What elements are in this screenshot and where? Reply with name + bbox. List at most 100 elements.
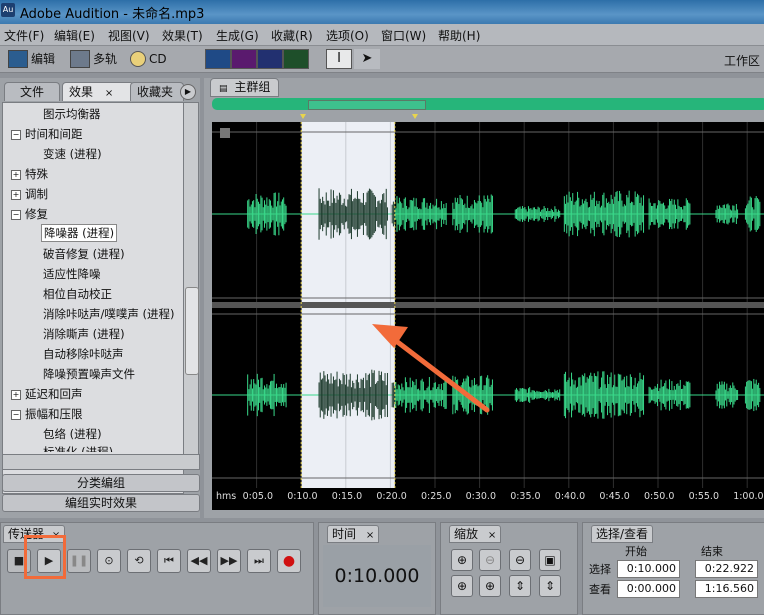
zoom-left-button[interactable]: ⊕ — [451, 575, 473, 597]
overview-bar[interactable] — [212, 98, 764, 110]
rewind-button[interactable]: ◀◀ — [187, 549, 211, 573]
ruler-unit: hms — [216, 491, 237, 502]
workspace-label[interactable]: 工作区 — [724, 52, 760, 69]
zoom-left-icon: ⊕ — [456, 579, 468, 593]
collapse-icon[interactable]: − — [11, 130, 21, 140]
tree-item-modulation[interactable]: 调制 — [25, 186, 48, 202]
zoom-out-full-button[interactable]: ⊖ — [509, 549, 531, 571]
go-start-icon: ⏮ — [164, 554, 174, 567]
ruler-tick-label: 0:25.0 — [421, 491, 452, 502]
waveform-view-icon[interactable] — [205, 49, 231, 69]
tree-item-phase-correction[interactable]: 相位自动校正 — [43, 286, 112, 302]
tab-files[interactable]: 文件 — [4, 82, 60, 101]
zoom-out-vertical-button[interactable]: ⇕ — [539, 575, 561, 597]
tree-item-noise-profile[interactable]: 降噪预置噪声文件 — [43, 366, 135, 382]
selection-end-field[interactable]: 0:22.922 — [695, 560, 758, 578]
spectral-pan-icon[interactable] — [257, 49, 283, 69]
edit-view-button[interactable]: 编辑 — [8, 49, 55, 68]
multitrack-view-button[interactable]: 多轨 — [70, 49, 117, 68]
tree-item-hiss-reduction[interactable]: 消除嘶声 (进程) — [43, 326, 125, 342]
group-realtime-effects-button[interactable]: 编组实时效果 — [2, 494, 200, 512]
menu-favorites[interactable]: 收藏(R) — [271, 27, 313, 44]
scrollbar-thumb[interactable] — [185, 287, 199, 375]
spectral-phase-icon[interactable] — [283, 49, 309, 69]
selection-end-marker[interactable] — [412, 114, 418, 119]
play-to-end-button[interactable]: ⊙ — [97, 549, 121, 573]
time-display: 0:10.000 — [323, 545, 431, 607]
loop-button[interactable]: ⟲ — [127, 549, 151, 573]
tab-main-group-label: 主群组 — [234, 80, 271, 94]
loop-icon: ⟲ — [134, 554, 144, 567]
overview-viewport[interactable] — [308, 100, 426, 110]
collapse-icon[interactable]: − — [11, 410, 21, 420]
group-by-category-button[interactable]: 分类编组 — [2, 474, 200, 492]
menu-view[interactable]: 视图(V) — [108, 27, 150, 44]
panel-menu-icon[interactable]: ▶ — [180, 84, 196, 100]
menu-effects[interactable]: 效果(T) — [162, 27, 203, 44]
zoom-right-button[interactable]: ⊕ — [479, 575, 501, 597]
record-button[interactable]: ● — [277, 549, 301, 573]
menu-generate[interactable]: 生成(G) — [216, 27, 259, 44]
fast-forward-button[interactable]: ▶▶ — [217, 549, 241, 573]
tree-item-clip-restoration[interactable]: 破音修复 (进程) — [43, 246, 125, 262]
expand-icon[interactable]: + — [11, 390, 21, 400]
tab-main-group[interactable]: ▤ 主群组 — [210, 78, 280, 97]
tree-item-adaptive-noise[interactable]: 适应性降噪 — [43, 266, 101, 282]
menu-options[interactable]: 选项(O) — [326, 27, 369, 44]
spectral-view-icon[interactable] — [231, 49, 257, 69]
tree-item-delay-echo[interactable]: 延迟和回声 — [25, 386, 83, 402]
close-icon[interactable]: × — [366, 530, 374, 541]
menu-edit[interactable]: 编辑(E) — [54, 27, 95, 44]
cd-view-button[interactable]: CD — [130, 49, 167, 68]
zoom-selection-icon: ▣ — [544, 553, 556, 567]
tree-item-restoration[interactable]: 修复 — [25, 206, 48, 222]
go-end-button[interactable]: ⏭ — [247, 549, 271, 573]
view-start-field[interactable]: 0:00.000 — [617, 580, 680, 598]
waveform-display[interactable] — [212, 122, 764, 488]
record-icon: ● — [282, 553, 296, 569]
time-ruler[interactable]: hms 0:05.0 0:10.0 0:15.0 0:20.0 0:25.0 0:30.0… — [212, 488, 764, 510]
horizontal-scrollbar[interactable] — [2, 454, 200, 470]
menu-help[interactable]: 帮助(H) — [438, 27, 480, 44]
zoom-in-vertical-button[interactable]: ⇕ — [509, 575, 531, 597]
tree-item-time-pitch[interactable]: 时间和间距 — [25, 126, 83, 142]
vertical-scrollbar[interactable] — [183, 102, 199, 470]
expand-icon[interactable]: + — [11, 190, 21, 200]
ruler-tick-label: 0:50.0 — [644, 491, 675, 502]
effects-panel: 文件 效果 × 收藏夹 ▶ 图示均衡器 − 时间和间距 变速 (进程) + 特殊… — [0, 78, 200, 518]
zoom-selection-button[interactable]: ▣ — [539, 549, 561, 571]
pointer-tool-icon[interactable]: ➤ — [354, 49, 380, 69]
tree-item-graphic-eq[interactable]: 图示均衡器 — [43, 106, 101, 122]
view-end-field[interactable]: 1:16.560 — [695, 580, 758, 598]
tab-effects-label: 效果 — [69, 85, 94, 99]
selection-view-panel: 选择/查看 开始 结束 选择 查看 0:10.000 0:22.922 0:00… — [582, 522, 764, 615]
selection-start-marker[interactable] — [300, 114, 306, 119]
zoom-full-icon: ⊖ — [514, 553, 526, 567]
zoom-out-icon: ⊖ — [484, 553, 496, 567]
close-icon[interactable]: × — [105, 88, 113, 99]
expand-icon[interactable]: + — [11, 170, 21, 180]
menu-file[interactable]: 文件(F) — [4, 27, 44, 44]
menu-window[interactable]: 窗口(W) — [381, 27, 426, 44]
zoom-in-amplitude-button[interactable]: ⊕ — [451, 549, 473, 571]
tree-item-amplitude[interactable]: 振幅和压限 — [25, 406, 83, 422]
tree-item-click-pop[interactable]: 消除咔哒声/噗噗声 (进程) — [43, 306, 175, 322]
zoom-out-button[interactable]: ⊖ — [479, 549, 501, 571]
pause-button[interactable]: ❚❚ — [67, 549, 91, 573]
tree-item-auto-click[interactable]: 自动移除咔哒声 — [43, 346, 124, 362]
tab-favorites[interactable]: 收藏夹 — [130, 82, 184, 101]
text-cursor-tool-icon[interactable]: I — [326, 49, 352, 69]
close-icon[interactable]: × — [488, 530, 496, 541]
selection-start-field[interactable]: 0:10.000 — [617, 560, 680, 578]
tab-effects[interactable]: 效果 × — [62, 82, 134, 101]
tree-item-noise-reduction[interactable]: 降噪器 (进程) — [41, 224, 118, 242]
tree-item-special[interactable]: 特殊 — [25, 166, 48, 182]
go-start-button[interactable]: ⏮ — [157, 549, 181, 573]
tree-item-envelope[interactable]: 包络 (进程) — [43, 426, 102, 442]
tree-item-stretch[interactable]: 变速 (进程) — [43, 146, 102, 162]
tree-item-normalize[interactable]: 标准化 (进程) — [43, 444, 113, 452]
ruler-tick-label: 0:40.0 — [554, 491, 586, 502]
zoom-vertical-out-icon: ⇕ — [544, 579, 556, 593]
zoom-in-icon: ⊕ — [456, 553, 468, 567]
collapse-icon[interactable]: − — [11, 210, 21, 220]
